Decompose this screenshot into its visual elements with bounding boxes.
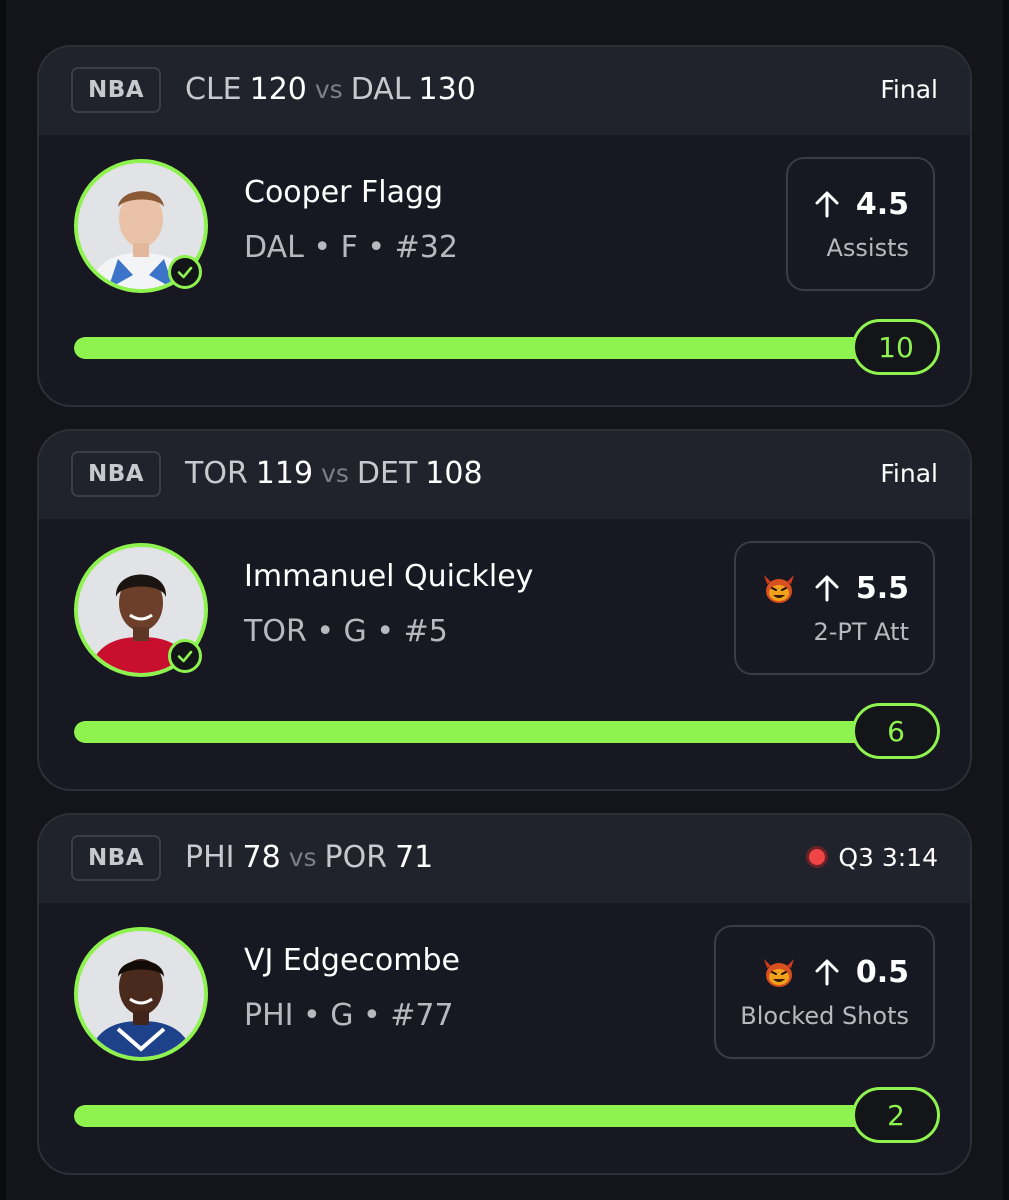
player-avatar[interactable] bbox=[74, 543, 208, 677]
pick-top: 5.5 bbox=[760, 571, 909, 606]
matchup: CLE 120 vs DAL 130 bbox=[185, 69, 476, 109]
card-header: NBA CLE 120 vs DAL 130 Final bbox=[39, 47, 970, 135]
game-status: Final bbox=[880, 69, 938, 109]
vs-label: vs bbox=[321, 458, 349, 488]
pick-line: 0.5 bbox=[855, 954, 909, 990]
team-home: DET bbox=[356, 455, 418, 491]
player-name: VJ Edgecombe bbox=[244, 943, 460, 978]
score-away: 120 bbox=[249, 71, 307, 107]
player-name: Cooper Flagg bbox=[244, 175, 444, 210]
league-badge: NBA bbox=[71, 835, 161, 881]
pick-box[interactable]: 5.5 2-PT Att bbox=[733, 541, 935, 675]
arrow-up-icon bbox=[815, 191, 839, 218]
check-circle-icon bbox=[168, 255, 202, 289]
pick-line: 4.5 bbox=[855, 186, 909, 222]
live-dot-icon bbox=[806, 846, 829, 868]
pick-box[interactable]: 4.5 Assists bbox=[785, 157, 935, 291]
result-value: 6 bbox=[852, 703, 940, 759]
league-badge: NBA bbox=[71, 67, 161, 113]
team-home: DAL bbox=[350, 71, 411, 107]
pick-top: 4.5 bbox=[812, 187, 909, 222]
progress-fill bbox=[74, 721, 874, 743]
player-avatar[interactable] bbox=[74, 927, 208, 1061]
demon-icon bbox=[763, 959, 794, 987]
team-away: TOR bbox=[185, 455, 248, 491]
score-away: 78 bbox=[242, 839, 281, 875]
player-avatar[interactable] bbox=[74, 159, 208, 293]
arrow-up-icon bbox=[815, 575, 839, 602]
score-home: 71 bbox=[395, 839, 434, 875]
player-meta: PHI • G • #77 bbox=[244, 998, 454, 1033]
frame-edge-left bbox=[0, 0, 6, 1200]
game-status: Final bbox=[880, 453, 938, 493]
status-text: Final bbox=[880, 458, 938, 488]
check-circle-icon bbox=[168, 639, 202, 673]
card-header: NBA PHI 78 vs POR 71 Q3 3:14 bbox=[39, 815, 970, 903]
pick-box[interactable]: 0.5 Blocked Shots bbox=[714, 925, 935, 1059]
progress-fill bbox=[74, 337, 874, 359]
avatar bbox=[74, 927, 208, 1061]
result-value: 2 bbox=[852, 1087, 940, 1143]
status-text: Q3 3:14 bbox=[838, 842, 938, 872]
pick-card[interactable]: NBA TOR 119 vs DET 108 Final Immanuel Qu… bbox=[37, 429, 972, 791]
progress-bar bbox=[74, 1105, 874, 1127]
player-meta: DAL • F • #32 bbox=[244, 230, 458, 265]
score-home: 130 bbox=[418, 71, 476, 107]
team-home: POR bbox=[324, 839, 388, 875]
matchup: TOR 119 vs DET 108 bbox=[185, 453, 483, 493]
pick-card[interactable]: NBA CLE 120 vs DAL 130 Final Cooper Flag… bbox=[37, 45, 972, 407]
pick-card[interactable]: NBA PHI 78 vs POR 71 Q3 3:14 VJ Edgecomb… bbox=[37, 813, 972, 1175]
progress-bar bbox=[74, 337, 874, 359]
league-badge: NBA bbox=[71, 451, 161, 497]
vs-label: vs bbox=[288, 842, 317, 872]
game-status: Q3 3:14 bbox=[806, 837, 938, 877]
arrow-up-icon bbox=[815, 959, 839, 986]
pick-stat: Blocked Shots bbox=[740, 1001, 909, 1030]
team-away: PHI bbox=[185, 839, 235, 875]
progress-bar bbox=[74, 721, 874, 743]
frame-edge-right bbox=[1003, 0, 1009, 1200]
team-away: CLE bbox=[185, 71, 242, 107]
pick-stat: Assists bbox=[826, 233, 909, 262]
player-headshot-icon bbox=[78, 931, 204, 1057]
demon-icon bbox=[763, 575, 794, 603]
vs-label: vs bbox=[314, 74, 343, 104]
pick-line: 5.5 bbox=[855, 570, 909, 606]
score-away: 119 bbox=[255, 455, 314, 491]
card-header: NBA TOR 119 vs DET 108 Final bbox=[39, 431, 970, 519]
matchup: PHI 78 vs POR 71 bbox=[185, 837, 433, 877]
player-name: Immanuel Quickley bbox=[244, 559, 534, 594]
pick-stat: 2-PT Att bbox=[813, 617, 909, 646]
result-value: 10 bbox=[852, 319, 940, 375]
pick-top: 0.5 bbox=[760, 955, 909, 990]
score-home: 108 bbox=[425, 455, 483, 491]
player-meta: TOR • G • #5 bbox=[244, 614, 448, 649]
progress-fill bbox=[74, 1105, 874, 1127]
status-text: Final bbox=[880, 74, 938, 104]
